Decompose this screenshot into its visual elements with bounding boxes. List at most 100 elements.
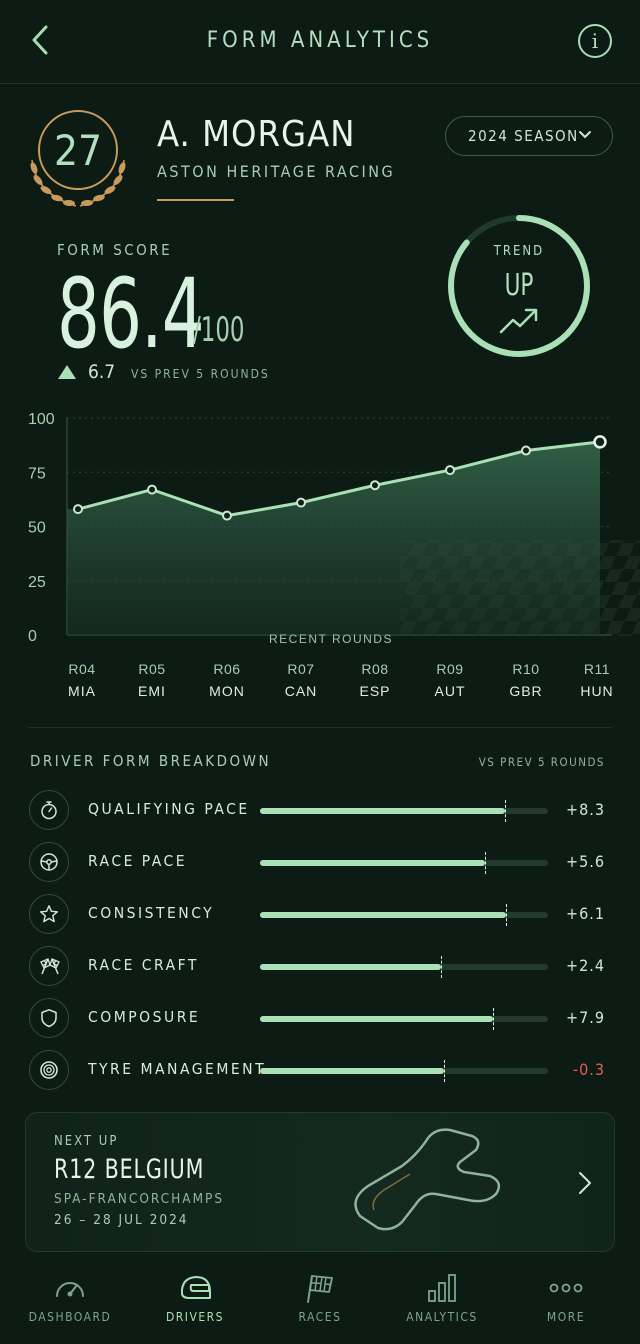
circuit-map-icon [354,1128,501,1231]
steering-wheel-icon [40,853,58,871]
driver-name: A. MORGAN [157,114,356,155]
breakdown-label: TYRE MANAGEMENT [88,1060,267,1078]
breakdown-bar [260,956,548,978]
icon-badge [29,1050,69,1090]
icon-badge [29,998,69,1038]
x-tick-sublabel: ESP [359,683,390,699]
checkered-flags-icon [40,958,60,975]
x-tick-sublabel: EMI [138,683,166,699]
breakdown-row-race-craft[interactable]: RACE CRAFT +2.4 [0,946,640,998]
icon-badge [29,894,69,934]
chart-point[interactable] [521,445,531,456]
laurel-icon [30,159,126,207]
chart-x-axis-label: RECENT ROUNDS [269,632,393,646]
form-score-delta: 6.7 [88,361,116,383]
breakdown-delta: -0.3 [572,1060,605,1079]
nav-dashboard[interactable]: DASHBOARD [6,1262,134,1324]
breakdown-delta: +8.3 [566,800,605,819]
breakdown-bar [260,800,548,822]
triangle-up-icon [58,365,76,379]
chart-point[interactable] [445,465,455,476]
breakdown-row-qualifying-pace[interactable]: QUALIFYING PACE +8.3 [0,790,640,842]
x-tick-label: R10 [512,661,539,677]
breakdown-label: QUALIFYING PACE [88,800,250,818]
breakdown-row-tyre-management[interactable]: TYRE MANAGEMENT -0.3 [0,1050,640,1102]
shield-icon [41,1009,57,1028]
next-race-dates: 26 – 28 JUL 2024 [54,1212,189,1228]
y-tick-label: 0 [28,628,37,645]
nav-label: RACES [298,1310,342,1324]
section-divider [28,727,612,728]
nav-more[interactable]: MORE [502,1262,630,1324]
season-label: 2024 SEASON [468,127,579,145]
season-dropdown[interactable]: 2024 SEASON [445,116,613,156]
chevron-right-icon[interactable] [577,1170,593,1196]
x-tick-label: R06 [213,661,240,677]
breakdown-delta: +2.4 [566,956,605,975]
x-tick-label: R08 [361,661,388,677]
breakdown-row-consistency[interactable]: CONSISTENCY +6.1 [0,894,640,946]
stopwatch-icon [41,801,57,820]
breakdown-label: CONSISTENCY [88,904,215,922]
breakdown-row-composure[interactable]: COMPOSURE +7.9 [0,998,640,1050]
icon-badge [29,946,69,986]
chart-point[interactable] [593,435,607,449]
next-up-label: NEXT UP [54,1134,119,1149]
nav-races[interactable]: RACES [256,1262,384,1324]
form-score-value: 86.4 [57,258,205,370]
chart-area [67,441,600,635]
breakdown-delta: +6.1 [566,904,605,923]
chart-point[interactable] [222,510,232,521]
tyre-icon [40,1061,58,1079]
icon-badge [29,842,69,882]
x-tick-label: R09 [436,661,463,677]
breakdown-bar [260,852,548,874]
next-race-circuit: SPA-FRANCORCHAMPS [54,1191,225,1207]
x-tick-sublabel: GBR [509,683,542,699]
y-tick-label: 100 [28,411,55,428]
nav-drivers[interactable]: DRIVERS [131,1262,259,1324]
chart-point[interactable] [73,504,83,515]
chart-point[interactable] [370,480,380,491]
bar-chart-icon [428,1274,456,1302]
x-tick-sublabel: CAN [285,683,318,699]
breakdown-label: COMPOSURE [88,1008,201,1026]
nav-label: ANALYTICS [406,1310,478,1324]
x-tick-label: R11 [584,661,610,677]
form-score-max: /100 [193,310,245,350]
x-tick-label: R05 [138,661,165,677]
breakdown-delta: +5.6 [566,852,605,871]
y-tick-label: 50 [28,520,46,537]
more-dots-icon [549,1283,583,1293]
nav-analytics[interactable]: ANALYTICS [378,1262,506,1324]
chart-point[interactable] [296,497,306,508]
team-name: ASTON HERITAGE RACING [157,162,396,181]
icon-badge [29,790,69,830]
nav-label: DASHBOARD [28,1310,112,1324]
breakdown-bar [260,1060,548,1082]
breakdown-subtitle: VS PREV 5 ROUNDS [478,755,605,769]
nav-label: MORE [546,1310,586,1324]
bottom-nav: DASHBOARD DRIVERS RACES ANALYTICS MORE [0,1262,640,1344]
info-icon[interactable]: i [578,24,612,58]
breakdown-title: DRIVER FORM BREAKDOWN [30,752,272,770]
trend-up-icon [499,308,538,334]
nav-label: DRIVERS [165,1310,225,1324]
helmet-icon [180,1276,211,1299]
y-tick-label: 75 [28,465,46,482]
trend-label: TREND [493,244,545,259]
x-tick-label: R07 [287,661,314,677]
breakdown-label: RACE PACE [88,852,188,870]
divider-accent [157,199,234,201]
chevron-down-icon [579,131,591,139]
checkered-flag-icon [307,1275,333,1303]
gauge-icon [56,1282,84,1297]
x-tick-sublabel: MIA [68,683,96,699]
x-tick-sublabel: MON [209,683,245,699]
x-tick-sublabel: AUT [435,683,466,699]
breakdown-delta: +7.9 [566,1008,605,1027]
breakdown-row-race-pace[interactable]: RACE PACE +5.6 [0,842,640,894]
form-score-delta-label: VS PREV 5 ROUNDS [131,367,270,381]
chart-point[interactable] [147,484,157,495]
form-score-chart: 100 75 50 25 0 RECENT ROUNDS R04 MIA R05 EMI R06… [28,411,640,699]
